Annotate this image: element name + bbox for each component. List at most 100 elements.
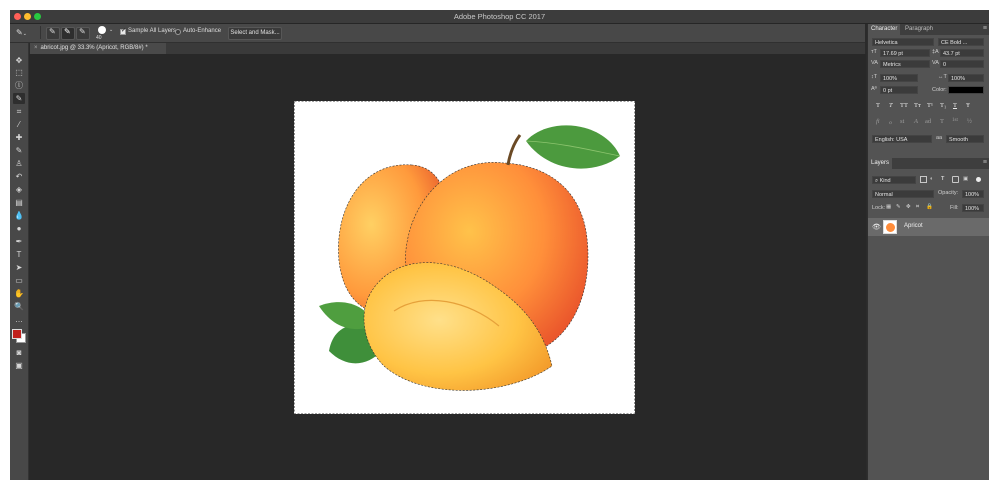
type-filter-icon[interactable]: T	[941, 176, 944, 182]
baseline-shift-field[interactable]: 0 pt	[880, 86, 918, 94]
zoom-tool-icon[interactable]: 🔍	[13, 301, 25, 312]
lock-image-icon[interactable]: ✎	[896, 204, 901, 210]
brush-size-value: 40	[96, 35, 102, 41]
screen-mode-icon[interactable]: ▣	[13, 360, 25, 371]
pen-tool-icon[interactable]: ✒	[13, 236, 25, 247]
eyedropper-tool-icon[interactable]: ⁄	[13, 119, 25, 130]
kerning-icon: VA	[871, 60, 878, 66]
tab-character[interactable]: Character	[868, 24, 901, 35]
contextual-alternates-button[interactable]: ℴ	[889, 118, 892, 126]
auto-enhance-label: Auto-Enhance	[183, 28, 222, 34]
lasso-tool-icon[interactable]: ⓛ	[13, 80, 25, 91]
auto-enhance-checkbox[interactable]	[175, 29, 181, 35]
strikethrough-button[interactable]: Ŧ	[966, 102, 970, 109]
layer-name: Apricot	[904, 223, 923, 229]
healing-brush-tool-icon[interactable]: ✚	[13, 132, 25, 143]
adjustment-filter-icon[interactable]: ◐	[930, 176, 933, 182]
eraser-tool-icon[interactable]: ◈	[13, 184, 25, 195]
titling-alternates-button[interactable]: T	[940, 118, 944, 125]
more-tools-icon[interactable]: …	[13, 314, 25, 325]
document-canvas[interactable]	[294, 101, 635, 414]
horizontal-scale-field[interactable]: 100%	[948, 74, 984, 82]
tracking-field[interactable]: 0	[940, 60, 984, 68]
lock-position-icon[interactable]: ✥	[906, 204, 911, 210]
brush-tool-icon[interactable]: ✎	[13, 145, 25, 156]
layer-filter-icons: ◐ T ▣	[920, 176, 986, 184]
panel-menu-icon[interactable]: ≡	[983, 159, 987, 166]
quick-selection-tool-icon[interactable]: ✎	[13, 93, 25, 104]
horizontal-scale-icon: ↔T	[938, 74, 947, 80]
foreground-color-swatch[interactable]	[12, 329, 22, 339]
tab-layers[interactable]: Layers	[868, 158, 893, 169]
antialias-field[interactable]: Smooth	[946, 135, 984, 143]
lock-label: Lock:	[872, 205, 886, 211]
close-tab-icon[interactable]: ×	[34, 45, 38, 51]
swash-button[interactable]: A	[914, 118, 918, 125]
brush-plus-icon: ✎	[64, 27, 71, 36]
panel-menu-icon[interactable]: ≡	[983, 25, 987, 32]
select-and-mask-button[interactable]: Select and Mask...	[228, 27, 282, 40]
fractions-button[interactable]: ½	[967, 118, 972, 125]
superscript-button[interactable]: T¹	[927, 102, 933, 109]
filter-kind-label: Kind	[879, 178, 891, 184]
brush-size-picker[interactable]: 40 ⌄	[96, 26, 114, 41]
visibility-eye-icon[interactable]: 👁	[872, 223, 881, 231]
ordinals-button[interactable]: 1st	[952, 118, 958, 123]
sample-all-layers-checkbox[interactable]: ✓	[120, 28, 126, 35]
gradient-tool-icon[interactable]: ▤	[13, 197, 25, 208]
path-selection-tool-icon[interactable]: ➤	[13, 262, 25, 273]
vertical-scale-field[interactable]: 100%	[880, 74, 918, 82]
layer-row[interactable]: 👁 Apricot	[868, 218, 989, 236]
text-color-swatch[interactable]	[948, 86, 984, 94]
blend-mode-field[interactable]: Normal	[872, 190, 934, 198]
ligatures-button[interactable]: fi	[876, 118, 880, 125]
small-caps-button[interactable]: Tт	[914, 102, 921, 109]
history-brush-tool-icon[interactable]: ↶	[13, 171, 25, 182]
pixel-filter-icon[interactable]	[920, 176, 927, 183]
filter-toggle-icon[interactable]	[976, 177, 981, 182]
opacity-field[interactable]: 100%	[962, 190, 984, 198]
add-to-selection-button[interactable]: ✎	[61, 27, 75, 40]
crop-tool-icon[interactable]: ⌗	[13, 106, 25, 117]
stylistic-alternates-button[interactable]: ad	[925, 118, 931, 125]
underline-button[interactable]: T	[953, 102, 957, 109]
lock-transparent-icon[interactable]: ▦	[886, 204, 891, 210]
subscript-button[interactable]: T₁	[940, 102, 946, 109]
faux-italic-button[interactable]: T	[889, 102, 893, 109]
smart-object-filter-icon[interactable]: ▣	[963, 176, 968, 182]
layer-filter-field[interactable]: ⌕ Kind	[872, 176, 916, 184]
type-tool-icon[interactable]: T	[13, 249, 25, 260]
discretionary-ligatures-button[interactable]: st	[900, 118, 904, 125]
rectangle-tool-icon[interactable]: ▭	[13, 275, 25, 286]
subtract-from-selection-button[interactable]: ✎	[76, 27, 90, 40]
artboard-lock-icon[interactable]: ⌗	[916, 204, 919, 211]
font-style-field[interactable]: CE Bold ...	[938, 38, 984, 46]
title-bar: Adobe Photoshop CC 2017	[10, 10, 989, 24]
leading-icon: ‡A	[932, 49, 939, 55]
shape-filter-icon[interactable]	[952, 176, 959, 183]
quick-mask-icon[interactable]: ◙	[13, 347, 25, 358]
clone-stamp-tool-icon[interactable]: ♙	[13, 158, 25, 169]
fill-field[interactable]: 100%	[962, 204, 984, 212]
marquee-tool-icon[interactable]: ⬚	[13, 67, 25, 78]
document-tab-bar: × abricot.jpg @ 33.3% (Apricot, RGB/8#) *	[30, 43, 865, 54]
new-selection-button[interactable]: ✎	[46, 27, 60, 40]
faux-bold-button[interactable]: T	[876, 102, 880, 109]
font-size-field[interactable]: 17.69 pt	[880, 49, 930, 57]
lock-all-icon[interactable]: 🔒	[926, 204, 933, 210]
kerning-field[interactable]: Metrics	[880, 60, 930, 68]
canvas-area[interactable]	[29, 54, 866, 480]
blur-tool-icon[interactable]: 💧	[13, 210, 25, 221]
tab-paragraph[interactable]: Paragraph	[902, 24, 936, 35]
dodge-tool-icon[interactable]: ●	[13, 223, 25, 234]
hand-tool-icon[interactable]: ✋	[13, 288, 25, 299]
leading-field[interactable]: 43.7 pt	[940, 49, 984, 57]
move-tool-icon[interactable]: ✥	[13, 55, 25, 66]
tool-preset-picker[interactable]: ✎⌄	[16, 27, 34, 38]
font-family-field[interactable]: Helvetica	[872, 38, 934, 46]
language-field[interactable]: English: USA	[872, 135, 932, 143]
document-tab[interactable]: × abricot.jpg @ 33.3% (Apricot, RGB/8#) *	[30, 43, 166, 54]
all-caps-button[interactable]: TT	[900, 102, 908, 109]
fill-label: Fill:	[950, 205, 959, 211]
photoshop-window: Adobe Photoshop CC 2017 ✎⌄ ✎ ✎ ✎ 40 ⌄ ✓ …	[10, 10, 989, 480]
